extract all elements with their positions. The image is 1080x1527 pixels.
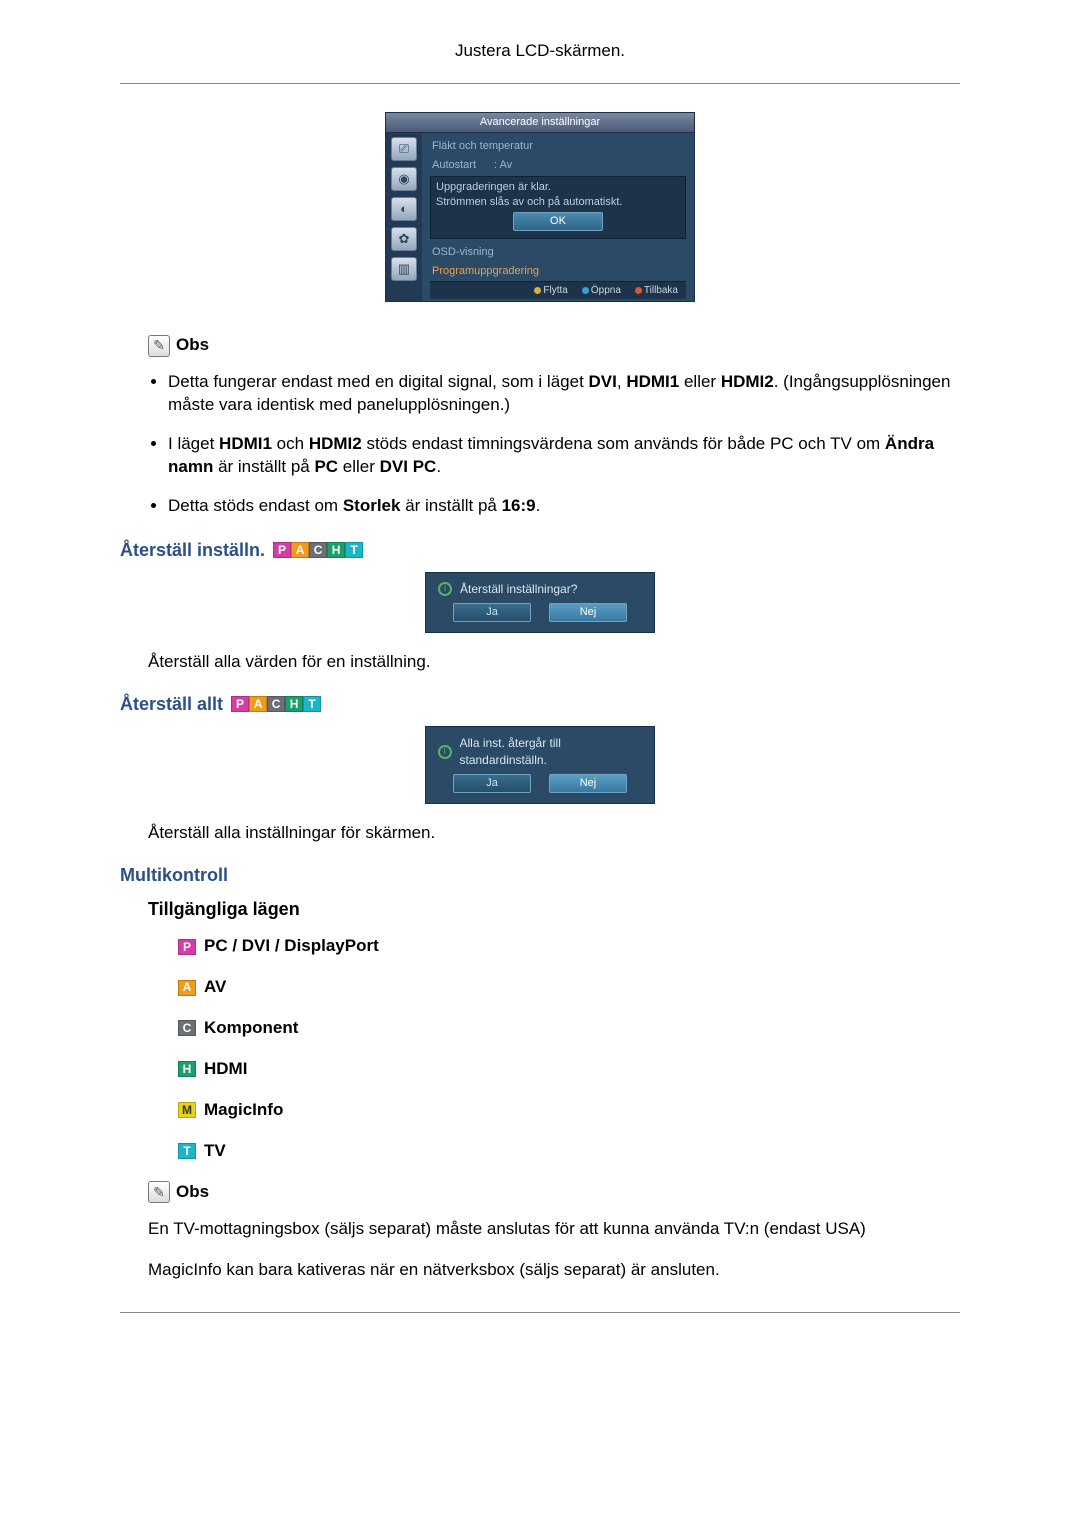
notes-list-1: Detta fungerar endast med en digital sig… (120, 371, 960, 518)
note-icon: ✎ (148, 335, 170, 357)
dialog-reset-all: i Alla inst. återgår till standardinstäl… (425, 726, 655, 803)
osd-hints: Flytta Öppna Tillbaka (430, 281, 686, 300)
note-icon: ✎ (148, 1181, 170, 1203)
osd-item-progupgrade[interactable]: Programuppgradering (430, 262, 686, 281)
note-label: Obs (176, 334, 209, 357)
osd-sound-icon[interactable]: ◐ (391, 197, 417, 221)
osd-autostart-value: : Av (494, 158, 512, 173)
osd-item-osdview[interactable]: OSD-visning (430, 243, 686, 262)
heading-reset-settings: Återställ inställn. P A C H T (120, 538, 960, 562)
badges-pacht-2: P A C H T (231, 696, 321, 712)
mode-magicinfo: MMagicInfo (178, 1099, 960, 1122)
subheading-modes: Tillgängliga lägen (148, 897, 960, 921)
osd-item-autostart[interactable]: Autostart : Av (430, 156, 686, 175)
osd-title: Avancerade inställningar (386, 113, 694, 133)
reset-settings-desc: Återställ alla värden för en inställning… (148, 651, 960, 674)
osd-picture-icon[interactable]: ◉ (391, 167, 417, 191)
hint-move: Flytta (543, 285, 567, 296)
badge-h: H (327, 542, 345, 558)
osd-input-icon[interactable]: ⎚ (391, 137, 417, 161)
note-label-2: Obs (176, 1181, 209, 1204)
multi-note-1: En TV-mottagningsbox (säljs separat) mås… (148, 1218, 960, 1241)
dialog-reset-settings-text: Återställ inställningar? (460, 581, 577, 597)
reset-all-desc: Återställ alla inställningar för skärmen… (148, 822, 960, 845)
badge-p: P (231, 696, 249, 712)
osd-panel: Avancerade inställningar ⎚ ◉ ◐ ✿ ▥ Fläkt… (385, 112, 695, 302)
badge-h: H (285, 696, 303, 712)
osd-ok-button[interactable]: OK (513, 212, 603, 231)
badge-c: C (267, 696, 285, 712)
badge-p: P (178, 939, 196, 955)
question-icon: i (438, 582, 452, 596)
badge-a: A (249, 696, 267, 712)
reset-settings-no-button[interactable]: Nej (549, 603, 627, 622)
question-icon: i (438, 745, 452, 759)
badge-c: C (178, 1020, 196, 1036)
osd-restart-msg: Strömmen slås av och på automatiskt. (436, 195, 680, 210)
hint-open: Öppna (591, 285, 621, 296)
badge-a: A (178, 980, 196, 996)
osd-setup-icon[interactable]: ✿ (391, 227, 417, 251)
badge-p: P (273, 542, 291, 558)
page-header: Justera LCD-skärmen. (120, 40, 960, 63)
osd-upgrade-done: Uppgraderingen är klar. (436, 180, 680, 195)
badge-t: T (178, 1143, 196, 1159)
mode-pc: PPC / DVI / DisplayPort (178, 935, 960, 958)
hint-open-dot (582, 287, 589, 294)
badge-t: T (303, 696, 321, 712)
reset-all-yes-button[interactable]: Ja (453, 774, 531, 793)
osd-sidebar: ⎚ ◉ ◐ ✿ ▥ (386, 133, 422, 301)
heading-reset-all: Återställ allt P A C H T (120, 692, 960, 716)
hint-back-dot (635, 287, 642, 294)
multi-note-2: MagicInfo kan bara kativeras när en nätv… (148, 1259, 960, 1282)
badge-t: T (345, 542, 363, 558)
osd-multi-icon[interactable]: ▥ (391, 257, 417, 281)
reset-all-no-button[interactable]: Nej (549, 774, 627, 793)
badges-pacht-1: P A C H T (273, 542, 363, 558)
dialog-reset-all-text: Alla inst. återgår till standardinställn… (460, 735, 643, 767)
mode-av: AAV (178, 976, 960, 999)
mode-tv: TTV (178, 1140, 960, 1163)
reset-settings-yes-button[interactable]: Ja (453, 603, 531, 622)
hint-back: Tillbaka (644, 285, 678, 296)
divider-bottom (120, 1312, 960, 1313)
modes-list: PPC / DVI / DisplayPort AAV CKomponent H… (120, 935, 960, 1163)
hint-move-dot (534, 287, 541, 294)
note-item-1: Detta fungerar endast med en digital sig… (168, 371, 960, 417)
dialog-reset-settings: i Återställ inställningar? Ja Nej (425, 572, 655, 633)
mode-hdmi: HHDMI (178, 1058, 960, 1081)
osd-autostart-label: Autostart (432, 158, 476, 173)
note-item-2: I läget HDMI1 och HDMI2 stöds endast tim… (168, 433, 960, 479)
heading-multicontrol: Multikontroll (120, 863, 960, 887)
badge-c: C (309, 542, 327, 558)
osd-item-fan[interactable]: Fläkt och temperatur (430, 137, 686, 156)
badge-a: A (291, 542, 309, 558)
note-item-3: Detta stöds endast om Storlek är inställ… (168, 495, 960, 518)
badge-h: H (178, 1061, 196, 1077)
mode-component: CKomponent (178, 1017, 960, 1040)
divider-top (120, 83, 960, 84)
osd-message-box: Uppgraderingen är klar. Strömmen slås av… (430, 176, 686, 239)
badge-m: M (178, 1102, 196, 1118)
